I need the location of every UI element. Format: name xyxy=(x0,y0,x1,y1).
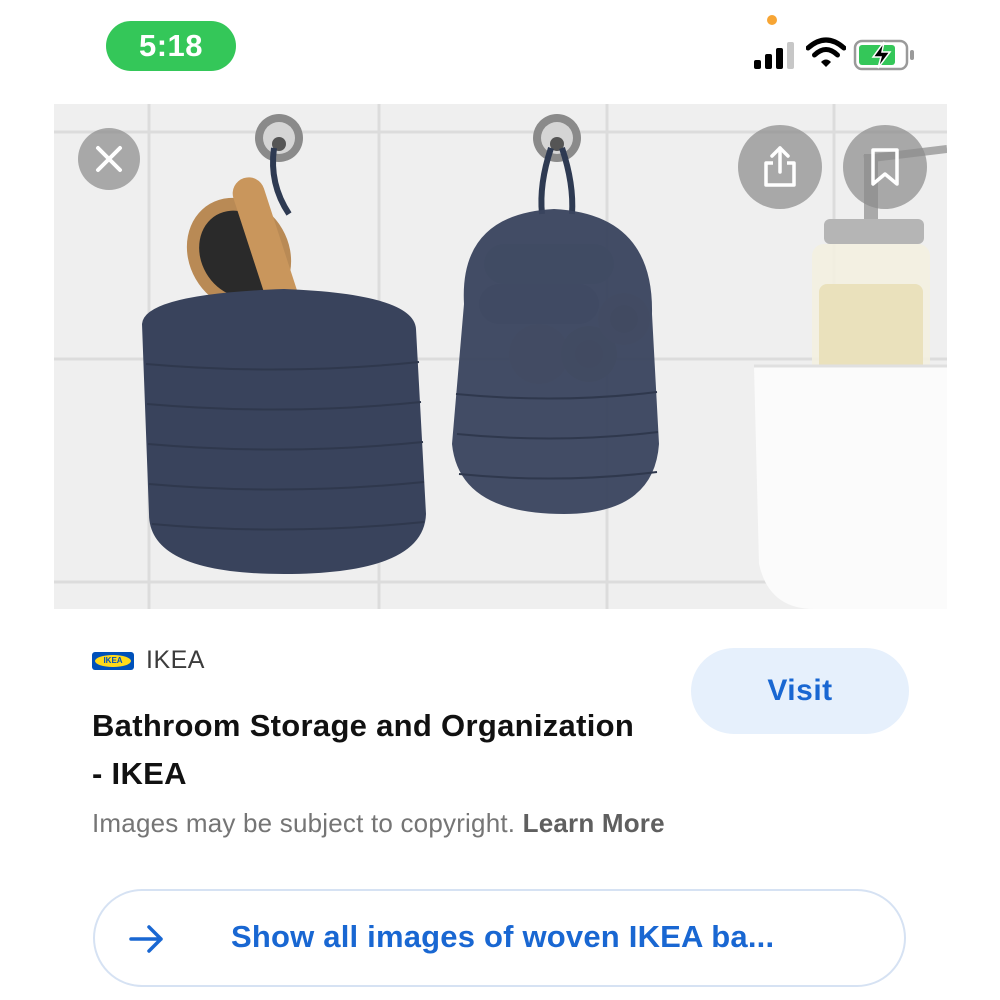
learn-more-link[interactable]: Learn More xyxy=(523,808,665,838)
privacy-indicator xyxy=(767,15,777,25)
ikea-logo-text: IKEA xyxy=(95,654,131,667)
copyright-notice: Images may be subject to copyright. Lear… xyxy=(92,808,665,839)
status-time: 5:18 xyxy=(106,21,236,71)
copyright-text: Images may be subject to copyright. xyxy=(92,808,516,838)
result-title[interactable]: Bathroom Storage and Organization - IKEA xyxy=(92,702,652,798)
wifi-icon xyxy=(806,37,846,67)
signal-icon xyxy=(754,42,794,69)
close-icon xyxy=(96,146,122,172)
bookmark-button[interactable] xyxy=(843,125,927,209)
show-all-label: Show all images of woven IKEA ba... xyxy=(231,919,775,954)
source-row[interactable]: IKEA IKEA xyxy=(92,646,205,675)
source-name: IKEA xyxy=(146,646,205,674)
close-button[interactable] xyxy=(78,128,140,190)
share-icon xyxy=(764,146,796,187)
ikea-logo: IKEA xyxy=(92,651,134,670)
show-all-images-button[interactable]: Show all images of woven IKEA ba... xyxy=(93,889,906,987)
bookmark-icon xyxy=(871,148,899,186)
share-button[interactable] xyxy=(738,125,822,209)
battery-charging-icon xyxy=(853,39,914,71)
arrow-right-icon xyxy=(129,925,163,953)
visit-button[interactable]: Visit xyxy=(691,648,909,734)
